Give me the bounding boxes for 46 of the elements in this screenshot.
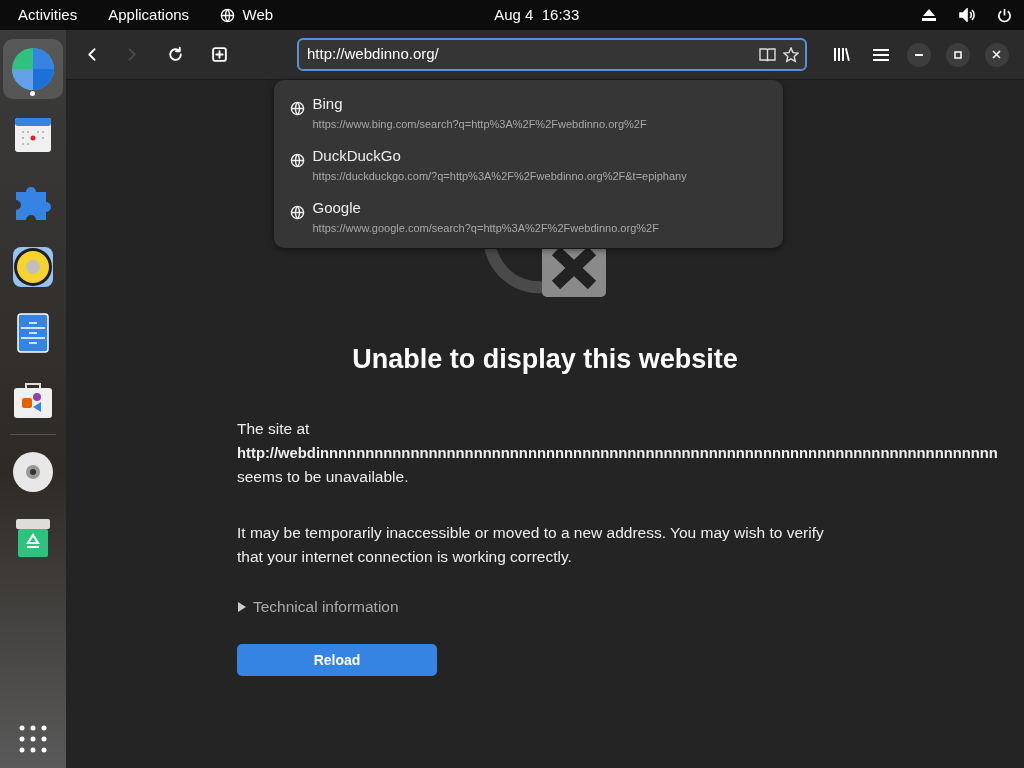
library-icon bbox=[832, 47, 850, 62]
disclosure-triangle-icon bbox=[237, 601, 246, 612]
close-button[interactable] bbox=[984, 42, 1009, 67]
minimize-button[interactable] bbox=[906, 42, 931, 67]
broken-globe-icon bbox=[484, 248, 606, 299]
eject-icon[interactable] bbox=[922, 8, 936, 22]
globe-icon bbox=[220, 7, 236, 23]
power-icon[interactable] bbox=[997, 7, 1012, 23]
error-title: Unable to display this website bbox=[351, 342, 739, 375]
suggestion-title: DuckDuckGo bbox=[312, 146, 402, 166]
suggestion-item[interactable]: DuckDuckGo https://duckduckgo.com/?q=http%3A%2F%2Fwebdinno.org%2F&t=epiphany bbox=[274, 142, 783, 188]
menu-icon bbox=[873, 47, 889, 62]
suggestion-url: https://www.google.com/search?q=http%3A%2F%2Fwebdinno.org%2F bbox=[312, 220, 659, 236]
address-bar[interactable]: http://webdinno.org/ bbox=[297, 38, 807, 71]
error-message: The site at http://webdinnnnnnnnnnnnnnnnnnnnnnnnnnnnnnnnnnnnnnnnnnnnnnnnnnnnnnnnnnnnnnnnnnnnnnnnnnn seems to be unavailable. bbox=[237, 418, 999, 487]
technical-info-toggle[interactable]: Technical information bbox=[237, 594, 399, 619]
globe-icon[interactable] bbox=[11, 46, 55, 91]
maximize-button[interactable] bbox=[945, 42, 970, 67]
reader-mode-icon[interactable] bbox=[758, 47, 776, 62]
suggestion-url: https://www.bing.com/search?q=http%3A%2F%2Fwebdinno.org%2F bbox=[312, 116, 647, 132]
maximize-icon bbox=[953, 50, 962, 59]
globe-icon bbox=[290, 101, 305, 117]
star-icon[interactable] bbox=[783, 46, 799, 63]
app-menu[interactable]: Web bbox=[212, 3, 282, 27]
clock[interactable]: Aug 4 16:33 bbox=[486, 3, 588, 27]
running-indicator bbox=[30, 90, 35, 96]
globe-icon bbox=[290, 153, 305, 169]
suggestion-item[interactable]: Google https://www.google.com/search?q=http%3A%2F%2Fwebdinno.org%2F bbox=[274, 194, 783, 240]
speaker-icon[interactable] bbox=[12, 245, 54, 288]
globe-icon bbox=[290, 205, 305, 221]
error-message: It may be temporarily inaccessible or moved to a new address. You may wish to verify that your internet connection is working correctly. bbox=[237, 522, 825, 567]
suggestion-title: Google bbox=[312, 198, 362, 218]
minimize-icon bbox=[914, 53, 923, 56]
volume-icon[interactable] bbox=[958, 8, 975, 22]
suggestion-url: https://duckduckgo.com/?q=http%3A%2F%2Fwebdinno.org%2F&t=epiphany bbox=[312, 168, 687, 184]
file-cabinet-icon[interactable] bbox=[17, 312, 49, 353]
suggestion-item[interactable]: Bing https://www.bing.com/search?q=http%3A%2F%2Fwebdinno.org%2F bbox=[274, 90, 783, 136]
address-field[interactable]: http://webdinno.org/ bbox=[305, 42, 751, 67]
app-grid-icon[interactable] bbox=[19, 725, 47, 753]
calendar-icon[interactable] bbox=[14, 115, 52, 154]
suggestion-title: Bing bbox=[312, 94, 344, 114]
reload-button[interactable]: Reload bbox=[237, 644, 437, 677]
activities-button[interactable]: Activities bbox=[10, 3, 86, 27]
disc-icon[interactable] bbox=[12, 450, 54, 493]
applications-menu[interactable]: Applications bbox=[100, 3, 198, 27]
close-icon bbox=[992, 50, 1001, 59]
